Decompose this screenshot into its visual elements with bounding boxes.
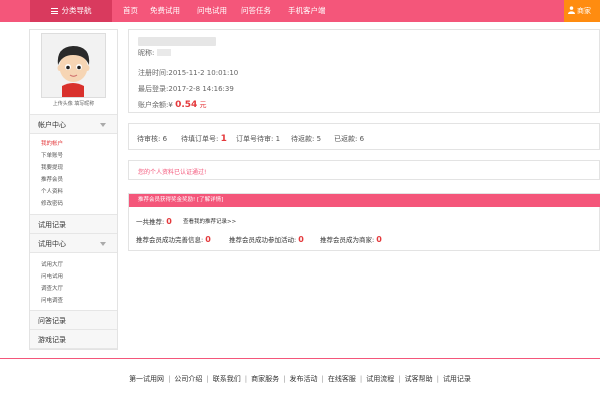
sidebar-item-game-records[interactable]: 游戏记录 — [30, 329, 117, 349]
profile-panel: 昵称: 注册时间:2015-11-2 10:01:10 最后登录:2017-2-… — [128, 29, 600, 113]
stat-value: 6 — [162, 135, 168, 143]
register-time-value: 2015-11-2 10:01:10 — [168, 69, 239, 77]
sidebar-section-label: 帐户中心 — [38, 121, 66, 129]
footer-link-trial-records[interactable]: 试用记录 — [443, 375, 471, 383]
referral-total-value: 0 — [166, 217, 172, 226]
sidebar-item-referral[interactable]: 推荐会员 — [41, 175, 63, 183]
merchant-button[interactable]: 商家 — [564, 0, 600, 22]
user-icon — [568, 6, 575, 14]
register-time-label: 注册时间: — [138, 69, 169, 77]
referral-merchant-label: 推荐会员成为商家: — [320, 236, 375, 244]
verification-notice-panel: 您的个人资料已认证通过! — [128, 160, 600, 180]
sidebar-section-label: 试用中心 — [38, 240, 66, 248]
footer-divider — [0, 358, 600, 359]
category-nav-label: 分类导航 — [61, 6, 92, 15]
balance-label: 账户余额: — [138, 101, 169, 109]
sidebar-section-label: 问答记录 — [38, 317, 66, 325]
chevron-down-icon — [100, 242, 106, 246]
sidebar-section-label: 游戏记录 — [38, 336, 66, 344]
nav-link-free-trial[interactable]: 免费试用 — [150, 0, 180, 22]
nav-link-mobile-client[interactable]: 手机客户端 — [288, 0, 326, 22]
sidebar-item-my-account[interactable]: 我的帐户 — [41, 139, 63, 147]
footer-link-home[interactable]: 第一试用网 — [129, 375, 164, 383]
stat-label: 待填订单号: — [181, 135, 219, 143]
referral-total: 一共推荐: 0 — [136, 216, 172, 226]
sidebar-item-profile[interactable]: 个人资料 — [41, 187, 63, 195]
referral-total-label: 一共推荐: — [136, 218, 165, 226]
sidebar-section-account[interactable]: 帐户中心 — [30, 114, 117, 134]
sidebar-item-trial-hall[interactable]: 试用大厅 — [41, 260, 63, 268]
referral-activity-stat: 推荐会员成功参加活动: 0 — [229, 234, 304, 244]
footer-link-help[interactable]: 试客帮助 — [405, 375, 433, 383]
footer-links: 第一试用网 | 公司介绍 | 联系我们 | 商家服务 | 发布活动 | 在线客服 | 试用流程 | 试客帮助… — [129, 375, 471, 383]
footer-link-about[interactable]: 公司介绍 — [174, 375, 202, 383]
balance-value: 0.54 — [175, 100, 198, 110]
referral-panel: 推荐会员获得奖金奖励! [了解详情] 一共推荐: 0 查看我的推荐记录>> 推荐… — [128, 193, 600, 251]
top-nav-bar: 分类导航 首页 免费试用 问电试用 问答任务 手机客户端 商家 — [0, 0, 600, 22]
verification-notice[interactable]: 您的个人资料已认证通过! — [138, 167, 206, 176]
stat-value: 6 — [359, 135, 365, 143]
sidebar: 上传头像 填写昵称 帐户中心 我的帐户 下单账号 我要提现 推荐会员 个人资料 … — [29, 29, 118, 350]
referral-info-label: 推荐会员成功完善信息: — [136, 236, 204, 244]
nav-link-phone-trial[interactable]: 问电试用 — [197, 0, 227, 22]
referral-merchant-value: 0 — [376, 235, 382, 244]
stat-label: 已返款: — [334, 135, 358, 143]
sidebar-item-phone-survey[interactable]: 问电调查 — [41, 296, 63, 304]
chevron-down-icon — [100, 123, 106, 127]
sidebar-item-trial-records[interactable]: 试用记录 — [30, 214, 117, 234]
avatar[interactable] — [41, 33, 106, 98]
referral-info-value: 0 — [205, 235, 211, 244]
referral-activity-value: 0 — [298, 235, 304, 244]
sidebar-item-qa-records[interactable]: 问答记录 — [30, 310, 117, 330]
stat-label: 待返款: — [291, 135, 315, 143]
nav-link-home[interactable]: 首页 — [123, 0, 138, 22]
footer-link-merchant-service[interactable]: 商家服务 — [251, 375, 279, 383]
merchant-label: 商家 — [577, 7, 591, 15]
sidebar-item-withdraw[interactable]: 我要提现 — [41, 163, 63, 171]
referral-activity-label: 推荐会员成功参加活动: — [229, 236, 297, 244]
stat-pending-review[interactable]: 待审核: 6 — [137, 134, 167, 144]
balance-row: 账户余额:¥ 0.54 元 — [138, 100, 207, 110]
footer-link-process[interactable]: 试用流程 — [366, 375, 394, 383]
last-login-value: 2017-2-8 14:16:39 — [168, 85, 234, 93]
sidebar-item-change-password[interactable]: 修改密码 — [41, 199, 63, 207]
avatar-caption[interactable]: 上传头像 填写昵称 — [30, 100, 117, 107]
sidebar-section-trial-center[interactable]: 试用中心 — [30, 233, 117, 253]
nav-link-qa-task[interactable]: 问答任务 — [241, 0, 271, 22]
stat-pending-order-number[interactable]: 待填订单号: 1 — [181, 134, 227, 144]
sidebar-item-phone-trial[interactable]: 问电试用 — [41, 272, 63, 280]
nickname-label: 昵称: — [138, 49, 155, 57]
stat-order-number-review[interactable]: 订单号待审: 1 — [236, 134, 280, 144]
stat-label: 待审核: — [137, 135, 161, 143]
stat-value: 5 — [316, 135, 322, 143]
stat-label: 订单号待审: — [236, 135, 274, 143]
referral-info-stat: 推荐会员成功完善信息: 0 — [136, 234, 211, 244]
nickname-row: 昵称: — [138, 48, 172, 58]
menu-icon — [50, 8, 58, 14]
referral-banner-text: 推荐会员获得奖金奖励! [了解详情] — [138, 197, 224, 203]
referral-merchant-stat: 推荐会员成为商家: 0 — [320, 234, 382, 244]
stat-value: 1 — [220, 134, 227, 144]
footer-link-publish[interactable]: 发布活动 — [290, 375, 318, 383]
username-blurred — [138, 37, 216, 46]
last-login-label: 最后登录: — [138, 85, 169, 93]
currency-symbol: ¥ — [168, 101, 173, 109]
balance-unit: 元 — [199, 101, 207, 109]
avatar-cartoon-icon — [42, 34, 105, 97]
view-referral-records-link[interactable]: 查看我的推荐记录>> — [183, 217, 236, 225]
stat-value: 1 — [275, 135, 281, 143]
last-login-row: 最后登录:2017-2-8 14:16:39 — [138, 84, 234, 94]
stat-pending-refund[interactable]: 待返款: 5 — [291, 134, 321, 144]
footer-link-online-service[interactable]: 在线客服 — [328, 375, 356, 383]
nickname-blurred — [157, 49, 172, 56]
register-time-row: 注册时间:2015-11-2 10:01:10 — [138, 68, 238, 78]
footer-link-contact[interactable]: 联系我们 — [213, 375, 241, 383]
stat-refunded[interactable]: 已返款: 6 — [334, 134, 364, 144]
sidebar-section-label: 试用记录 — [38, 221, 66, 229]
category-nav-button[interactable]: 分类导航 — [30, 0, 112, 22]
referral-banner[interactable]: 推荐会员获得奖金奖励! [了解详情] — [129, 194, 600, 207]
sidebar-item-survey-hall[interactable]: 调查大厅 — [41, 284, 63, 292]
sidebar-item-order-number[interactable]: 下单账号 — [41, 151, 63, 159]
